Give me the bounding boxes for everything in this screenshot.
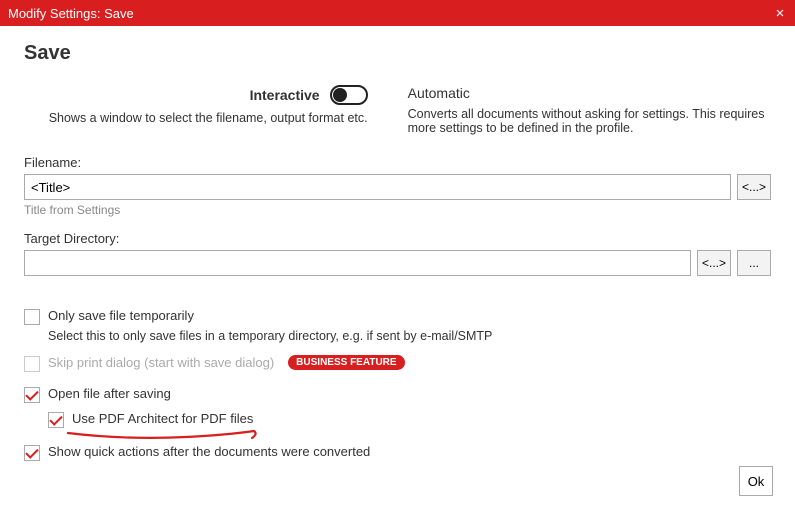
- targetdir-token-button[interactable]: <...>: [697, 250, 731, 276]
- targetdir-label: Target Directory:: [24, 231, 771, 246]
- filename-group: Filename: <...> Title from Settings: [24, 155, 771, 217]
- targetdir-group: Target Directory: <...> ...: [24, 231, 771, 276]
- open-after-label: Open file after saving: [48, 386, 171, 401]
- hand-underline-annotation: [66, 429, 266, 443]
- show-quick-checkbox[interactable]: [24, 445, 40, 461]
- open-after-checkbox[interactable]: [24, 387, 40, 403]
- only-temp-label: Only save file temporarily: [48, 308, 194, 323]
- targetdir-browse-button[interactable]: ...: [737, 250, 771, 276]
- skip-print-checkbox: [24, 356, 40, 372]
- mode-automatic-label: Automatic: [408, 85, 470, 101]
- skip-print-label: Skip print dialog (start with save dialo…: [48, 355, 274, 370]
- use-architect-label: Use PDF Architect for PDF files: [72, 411, 253, 426]
- ok-button[interactable]: Ok: [739, 466, 773, 496]
- titlebar: Modify Settings: Save ×: [0, 0, 795, 26]
- use-architect-checkbox[interactable]: [48, 412, 64, 428]
- business-feature-badge: BUSINESS FEATURE: [288, 355, 404, 370]
- close-icon[interactable]: ×: [771, 4, 789, 22]
- targetdir-input[interactable]: [24, 250, 691, 276]
- titlebar-title: Modify Settings: Save: [8, 6, 134, 21]
- page-title: Save: [24, 42, 771, 65]
- mode-selector: Interactive Shows a window to select the…: [24, 85, 771, 135]
- mode-toggle[interactable]: [330, 85, 368, 105]
- mode-interactive-desc: Shows a window to select the filename, o…: [24, 111, 368, 125]
- only-temp-desc: Select this to only save files in a temp…: [48, 329, 771, 343]
- show-quick-label: Show quick actions after the documents w…: [48, 444, 370, 459]
- filename-hint: Title from Settings: [24, 203, 771, 217]
- mode-automatic-desc: Converts all documents without asking fo…: [408, 107, 771, 135]
- filename-token-button[interactable]: <...>: [737, 174, 771, 200]
- mode-interactive-label: Interactive: [250, 87, 320, 103]
- filename-label: Filename:: [24, 155, 771, 170]
- only-temp-checkbox[interactable]: [24, 309, 40, 325]
- toggle-knob: [333, 88, 347, 102]
- filename-input[interactable]: [24, 174, 731, 200]
